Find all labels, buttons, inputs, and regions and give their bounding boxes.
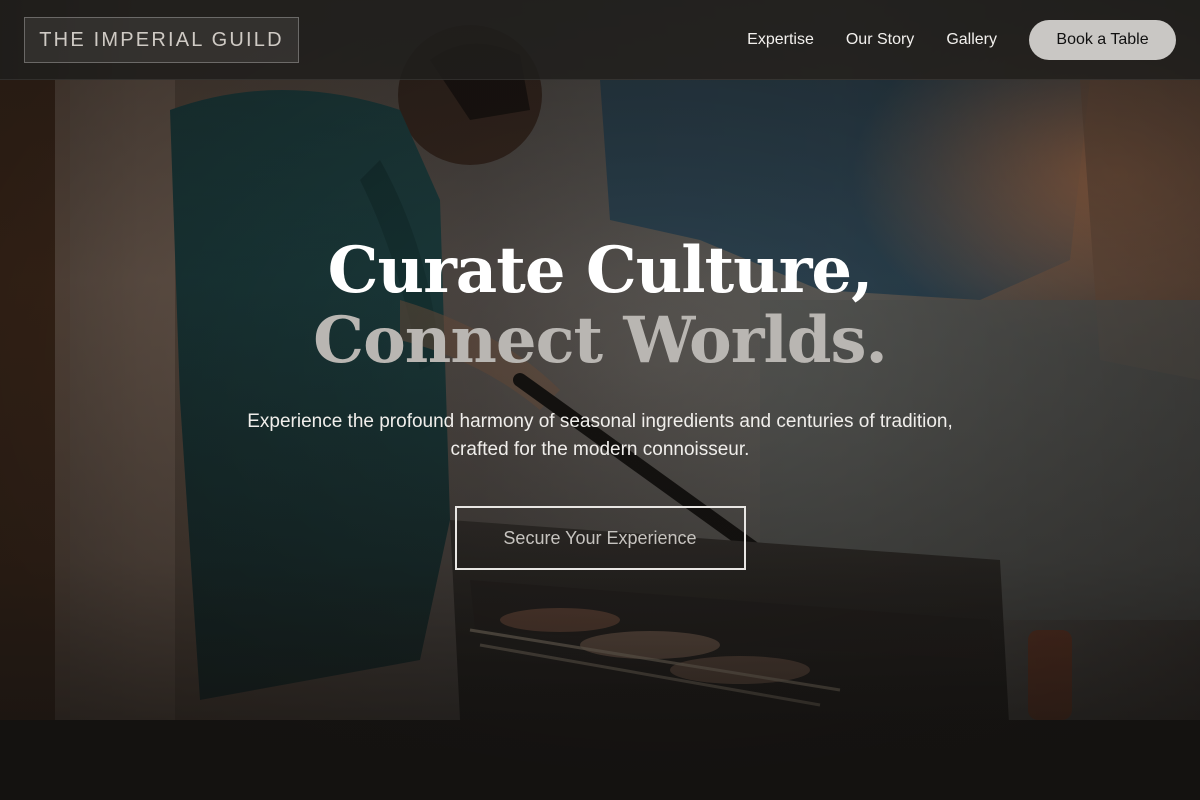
secure-experience-button[interactable]: Secure Your Experience [454, 506, 746, 570]
book-table-button[interactable]: Book a Table [1029, 20, 1176, 60]
landing-page: THE IMPERIAL GUILD Expertise Our Story G… [0, 0, 1200, 800]
nav-link-expertise[interactable]: Expertise [747, 31, 814, 49]
brand-logo[interactable]: THE IMPERIAL GUILD [24, 17, 299, 63]
nav-link-gallery[interactable]: Gallery [946, 31, 997, 49]
headline-line-1: Curate Culture, [327, 233, 874, 308]
subtitle-line-2: crafted for the modern connoisseur. [450, 439, 750, 460]
nav-link-our-story[interactable]: Our Story [846, 31, 914, 49]
subtitle-line-1: Experience the profound harmony of seaso… [247, 411, 953, 432]
site-header: THE IMPERIAL GUILD Expertise Our Story G… [0, 0, 1200, 80]
main-nav: Expertise Our Story Gallery Book a Table [747, 20, 1176, 60]
hero-headline: Curate Culture, Connect Worlds. [0, 236, 1200, 376]
headline-line-2: Connect Worlds. [313, 303, 888, 378]
hero-subtitle: Experience the profound harmony of seaso… [190, 408, 1010, 464]
hero-content: Curate Culture, Connect Worlds. Experien… [0, 236, 1200, 570]
